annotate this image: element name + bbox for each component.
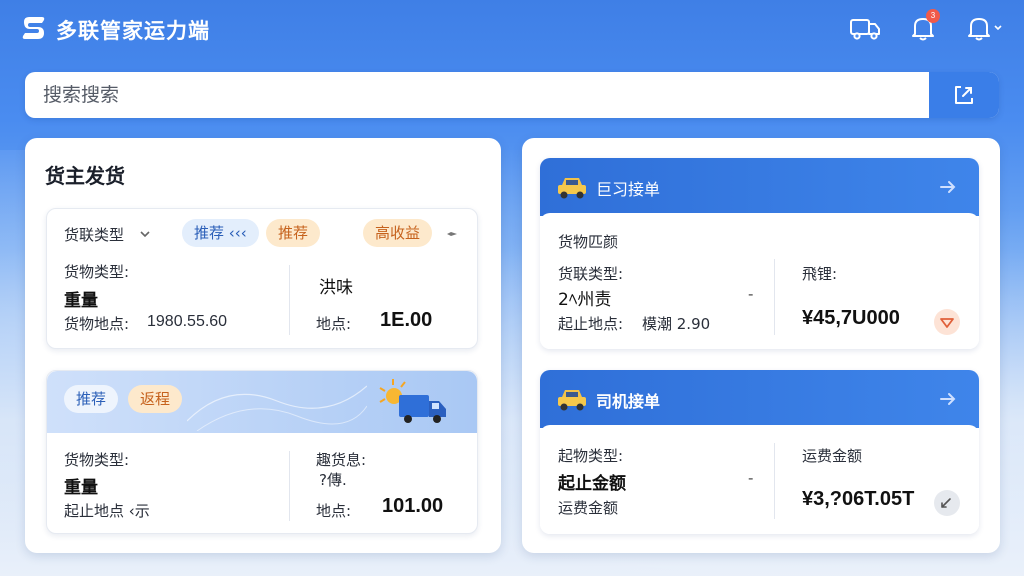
cargo-type-label: 货物类型:: [64, 263, 130, 281]
order-card-1[interactable]: 巨习接单 货物匹颜 货联类型: 2ﾍ州责 起止地点: 模潮 2.90 - 飛锂:…: [540, 158, 979, 349]
route-value: 模潮 2.90: [642, 315, 711, 333]
export-icon: [955, 86, 973, 104]
divider: [289, 451, 290, 521]
shipment-card-1[interactable]: 货联类型 推荐 ‹‹‹ 推荐 高收益 货物类型: 重量 货物地点: 1980.5…: [46, 208, 478, 349]
right-sub: ?傳.: [319, 471, 347, 489]
app-title: 多联管家运力端: [56, 19, 210, 43]
cargo-type-label: 起物类型:: [558, 447, 624, 465]
search-input[interactable]: [25, 72, 925, 118]
car-icon: [558, 178, 586, 199]
more-icon[interactable]: [445, 229, 459, 239]
delivery-truck-illustration: [379, 379, 446, 423]
cargo-type-value: 重量: [64, 291, 98, 311]
export-button[interactable]: [929, 72, 999, 118]
cargo-type-value: 重量: [64, 478, 98, 498]
right-value: 101.00: [382, 495, 444, 517]
shipper-panel: 货主发货 货联类型 推荐 ‹‹‹ 推荐 高收益 货物类型: 重量 货物地点: 1…: [25, 138, 501, 553]
check-badge-icon: [940, 318, 954, 328]
divider: [774, 259, 775, 335]
fee-sub-label: 运费金额: [558, 499, 619, 517]
right-value: 1E.00: [380, 309, 433, 331]
order-card-2[interactable]: 司机接单 起物类型: 起止金额 运费金额 - 运费金额 ¥3,?06T.05T: [540, 370, 979, 534]
divider: [289, 265, 290, 335]
goods-label: 货物匹颜: [558, 233, 619, 251]
notification-badge: 3: [926, 9, 940, 23]
cargo-type-label: 货物类型:: [64, 451, 130, 469]
logo-icon: [22, 17, 45, 39]
divider: [774, 443, 775, 519]
tag-recommend-1[interactable]: 推荐 ‹‹‹: [182, 219, 259, 247]
route-label: 起止地点 ‹示: [64, 502, 150, 520]
tag-high-profit[interactable]: 高收益: [363, 219, 433, 247]
cargo-location-label: 货物地点:: [64, 315, 130, 333]
map-decoration: [187, 385, 367, 431]
cargo-type-value: 2ﾍ州责: [558, 290, 612, 310]
cargo-category-dropdown[interactable]: 货联类型: [64, 224, 124, 245]
fee-value: ¥3,?06T.05T: [802, 488, 915, 510]
bell-dropdown-icon[interactable]: [962, 12, 1008, 44]
tag-recommend[interactable]: 推荐: [64, 385, 119, 413]
check-badge-button[interactable]: [934, 309, 960, 335]
panel-title: 货主发货: [45, 164, 125, 188]
cargo-type-value: 起止金额: [558, 474, 626, 494]
search-bar: [25, 72, 999, 118]
fee-value: ¥45,7U000: [802, 307, 900, 329]
arrow-right-icon[interactable]: [938, 177, 958, 197]
fee-label: 飛锂:: [802, 265, 838, 283]
card-title: 巨习接单: [596, 180, 661, 199]
tag-return-trip[interactable]: 返程: [128, 385, 183, 413]
order-panel: 巨习接单 货物匹颜 货联类型: 2ﾍ州责 起止地点: 模潮 2.90 - 飛锂:…: [522, 138, 1000, 553]
edit-icon: [941, 498, 951, 508]
dash: -: [748, 469, 754, 487]
route-label: 起止地点:: [558, 315, 624, 333]
card-header: 司机接单: [540, 370, 979, 428]
tag-recommend-2[interactable]: 推荐: [266, 219, 321, 247]
card-body: 起物类型: 起止金额 运费金额 - 运费金额 ¥3,?06T.05T: [540, 425, 979, 534]
dash: -: [748, 285, 754, 303]
truck-icon[interactable]: [848, 12, 882, 44]
right-location-label: 地点:: [316, 502, 352, 520]
car-icon: [558, 390, 586, 411]
chevron-down-icon[interactable]: [139, 229, 151, 239]
card-body: 货物匹颜 货联类型: 2ﾍ州责 起止地点: 模潮 2.90 - 飛锂: ¥45,…: [540, 213, 979, 349]
app-header: 多联管家运力端 3: [0, 0, 1024, 58]
fee-label: 运费金额: [802, 447, 863, 465]
right-location-label: 地点:: [316, 315, 352, 333]
card-header: 巨习接单: [540, 158, 979, 216]
right-label: 洪味: [319, 278, 353, 298]
cargo-type-label: 货联类型:: [558, 265, 624, 283]
edit-button[interactable]: [934, 490, 960, 516]
right-label: 趣货息:: [316, 451, 367, 469]
arrow-right-icon[interactable]: [938, 389, 958, 409]
card-title: 司机接单: [596, 392, 661, 411]
shipment-card-2[interactable]: 推荐 返程 货物类型: 重量 起止地点 ‹示 趣货息: ?傳. 地点: 101.…: [46, 370, 478, 534]
cargo-location-value: 1980.55.60: [147, 313, 228, 330]
